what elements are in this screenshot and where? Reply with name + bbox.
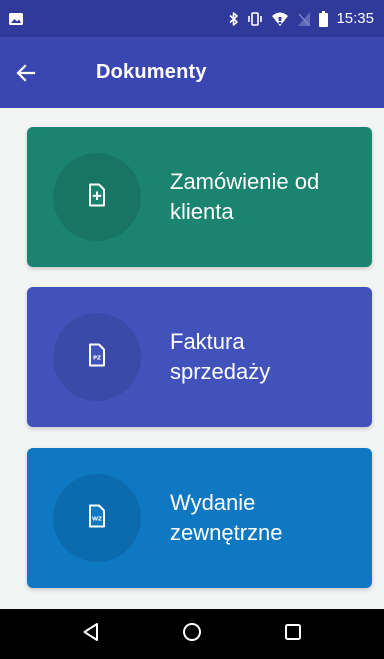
nav-home-icon: [182, 622, 202, 646]
screen: 15:35 Dokumenty Zamówienie od klienta PZ…: [0, 0, 384, 659]
battery-icon: [319, 10, 329, 27]
card-label: Zamówienie od klienta: [170, 127, 319, 267]
status-bar: 15:35: [0, 0, 384, 37]
bluetooth-icon: [229, 11, 239, 27]
document-pz-text: PZ: [93, 356, 101, 362]
card-faktura-sprzedazy[interactable]: PZ Faktura sprzedaży: [27, 287, 372, 427]
card-label-line2: sprzedaży: [170, 359, 271, 384]
status-left: [8, 12, 24, 26]
card-wydanie-zewnetrzne[interactable]: WZ Wydanie zewnętrzne: [27, 448, 372, 588]
nav-recents-icon: [284, 623, 302, 645]
nav-back-button[interactable]: [61, 609, 121, 659]
card-label-line1: Zamówienie od: [170, 169, 320, 195]
card-label-line2: klienta: [170, 199, 234, 224]
document-plus-icon: [87, 183, 107, 211]
wifi-icon: [271, 11, 289, 27]
nav-home-button[interactable]: [162, 609, 222, 659]
document-wz-icon: WZ: [87, 504, 107, 532]
document-wz-text: WZ: [92, 517, 102, 523]
arrow-back-icon: [16, 63, 36, 82]
card-label: Wydanie zewnętrzne: [170, 448, 283, 588]
card-icon-circle: [53, 153, 141, 241]
document-pz-icon: PZ: [87, 343, 107, 371]
card-label: Faktura sprzedaży: [170, 287, 270, 427]
no-sim-icon: [297, 11, 311, 27]
image-icon: [8, 12, 24, 26]
page-title: Dokumenty: [96, 61, 207, 83]
card-label-line1: Faktura: [170, 329, 245, 355]
card-zamowienie-od-klienta[interactable]: Zamówienie od klienta: [27, 127, 372, 267]
card-icon-circle: PZ: [53, 313, 141, 401]
vibrate-icon: [247, 11, 263, 27]
status-right: 15:35: [229, 10, 374, 27]
card-label-line1: Wydanie: [170, 490, 256, 516]
card-label-line2: zewnętrzne: [170, 520, 283, 545]
card-icon-circle: WZ: [53, 474, 141, 562]
nav-back-icon: [82, 622, 100, 646]
status-time: 15:35: [336, 10, 374, 27]
navigation-bar: [0, 609, 384, 659]
app-bar: Dokumenty: [0, 37, 384, 108]
back-button[interactable]: [16, 48, 66, 98]
nav-recents-button[interactable]: [263, 609, 323, 659]
